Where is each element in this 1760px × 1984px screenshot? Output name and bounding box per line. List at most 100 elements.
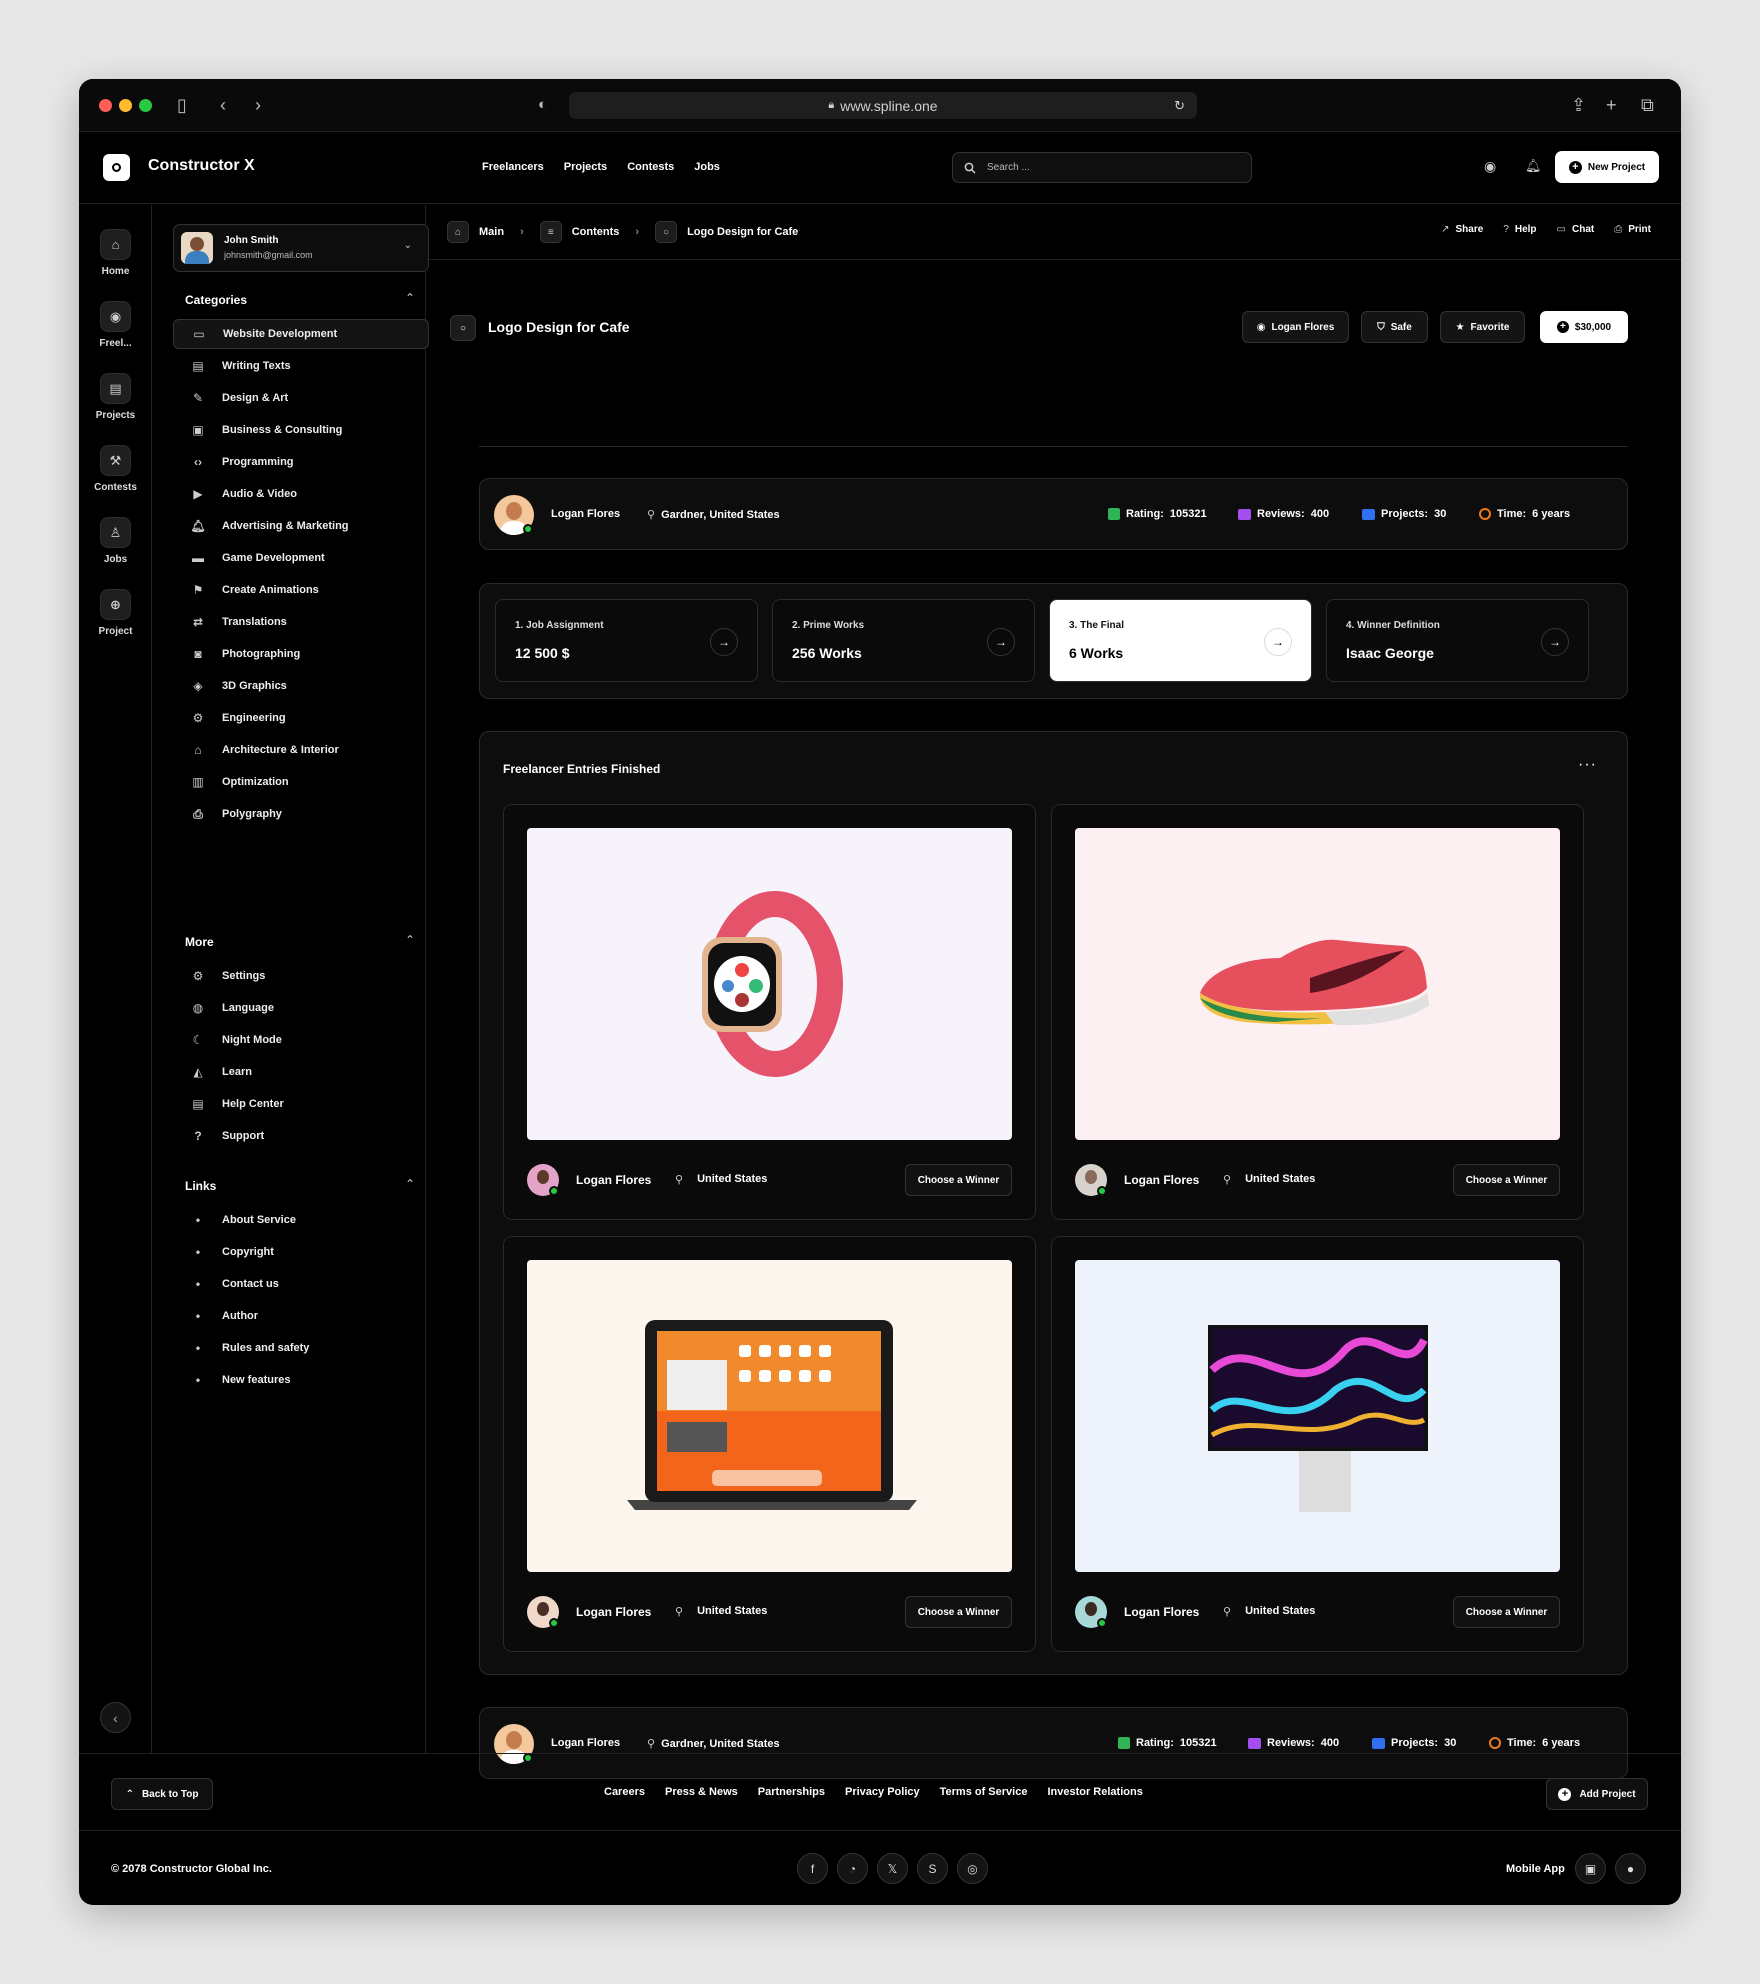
- minimize-window-button[interactable]: [119, 99, 132, 112]
- nav-projects[interactable]: Projects: [564, 161, 607, 173]
- entry-card[interactable]: Logan Flores ⚲ United States Choose a Win…: [503, 804, 1036, 1220]
- list-icon[interactable]: ≡: [539, 221, 562, 243]
- chevron-up-icon[interactable]: ⌃: [405, 933, 415, 947]
- sidebar-item[interactable]: ▭ Website Development: [173, 319, 429, 349]
- entry-card[interactable]: Logan Flores ⚲ United States Choose a Win…: [503, 1236, 1036, 1652]
- breadcrumb-main[interactable]: Main: [479, 226, 504, 238]
- rail-jobs[interactable]: ♙ Jobs: [79, 517, 152, 565]
- sidebar-item[interactable]: ▥ Optimization: [173, 767, 429, 797]
- sidebar-item[interactable]: • Contact us: [173, 1269, 429, 1299]
- reload-icon[interactable]: ↻: [1174, 98, 1185, 114]
- sidebar-item[interactable]: ◙ Photographing: [173, 639, 429, 669]
- choose-winner-button[interactable]: Choose a Winner: [905, 1164, 1012, 1196]
- search-input[interactable]: Search ...: [952, 152, 1252, 183]
- entry-author[interactable]: Logan Flores: [576, 1605, 651, 1619]
- messenger-icon[interactable]: ◔: [837, 1853, 868, 1884]
- nav-jobs[interactable]: Jobs: [694, 161, 720, 173]
- sidebar-item[interactable]: ⚙ Engineering: [173, 703, 429, 733]
- collapse-sidebar-button[interactable]: ‹: [100, 1702, 131, 1733]
- sidebar-item[interactable]: ▣ Business & Consulting: [173, 415, 429, 445]
- sidebar-item[interactable]: ⌂ Architecture & Interior: [173, 735, 429, 765]
- sidebar-toggle-icon[interactable]: ▯: [177, 94, 187, 116]
- owner-button[interactable]: ◉ Logan Flores: [1242, 311, 1349, 343]
- choose-winner-button[interactable]: Choose a Winner: [905, 1596, 1012, 1628]
- choose-winner-button[interactable]: Choose a Winner: [1453, 1596, 1560, 1628]
- rail-projects[interactable]: ▤ Projects: [79, 373, 152, 421]
- sidebar-item[interactable]: ☾ Night Mode: [173, 1025, 429, 1055]
- categories-heading[interactable]: Categories: [185, 293, 247, 307]
- share-button[interactable]: ↗ Share: [1441, 224, 1483, 235]
- more-heading[interactable]: More: [185, 935, 214, 949]
- share-icon[interactable]: ⇪: [1571, 94, 1586, 116]
- sidebar-item[interactable]: ✎ Design & Art: [173, 383, 429, 413]
- footer-link[interactable]: Press & News: [665, 1786, 738, 1798]
- chevron-up-icon[interactable]: ⌃: [405, 291, 415, 305]
- url-bar[interactable]: 🔒︎ www.spline.one ↻: [569, 92, 1197, 119]
- sidebar-item[interactable]: ‹› Programming: [173, 447, 429, 477]
- shield-icon[interactable]: ◐: [538, 94, 547, 116]
- rail-freelancers[interactable]: ◉ Freel...: [79, 301, 152, 349]
- sidebar-item[interactable]: ⚙ Settings: [173, 961, 429, 991]
- step-prime-works[interactable]: 2. Prime Works 256 Works →: [772, 599, 1035, 682]
- step-the-final[interactable]: 3. The Final 6 Works →: [1049, 599, 1312, 682]
- footer-link[interactable]: Partnerships: [758, 1786, 825, 1798]
- chat-button[interactable]: ▭ Chat: [1557, 224, 1595, 235]
- help-button[interactable]: ? Help: [1503, 224, 1536, 235]
- entry-author[interactable]: Logan Flores: [1124, 1605, 1199, 1619]
- home-icon[interactable]: ⌂: [447, 221, 469, 243]
- forward-icon[interactable]: ›: [255, 94, 261, 116]
- profile-name[interactable]: Logan Flores: [551, 1737, 620, 1749]
- maximize-window-button[interactable]: [139, 99, 152, 112]
- safe-button[interactable]: ⛉ Safe: [1361, 311, 1428, 343]
- rail-contests[interactable]: ⚒ Contests: [79, 445, 152, 493]
- sidebar-item[interactable]: ◈ 3D Graphics: [173, 671, 429, 701]
- links-heading[interactable]: Links: [185, 1179, 216, 1193]
- logo-icon[interactable]: [103, 154, 130, 181]
- new-tab-icon[interactable]: +: [1606, 94, 1617, 116]
- step-winner-definition[interactable]: 4. Winner Definition Isaac George →: [1326, 599, 1589, 682]
- nav-freelancers[interactable]: Freelancers: [482, 161, 544, 173]
- sidebar-item[interactable]: ◍ Language: [173, 993, 429, 1023]
- apple-icon[interactable]: ●: [1615, 1853, 1646, 1884]
- x-icon[interactable]: 𝕏: [877, 1853, 908, 1884]
- breadcrumb-contents[interactable]: Contents: [572, 226, 620, 238]
- sidebar-item[interactable]: ▶ Audio & Video: [173, 479, 429, 509]
- entry-image[interactable]: [1075, 1260, 1560, 1572]
- sidebar-item[interactable]: • New features: [173, 1365, 429, 1395]
- tabs-icon[interactable]: ⧉: [1641, 94, 1654, 116]
- close-window-button[interactable]: [99, 99, 112, 112]
- sidebar-item[interactable]: ▤ Help Center: [173, 1089, 429, 1119]
- price-button[interactable]: + $30,000: [1540, 311, 1628, 343]
- user-icon[interactable]: ◉: [1484, 158, 1496, 175]
- android-icon[interactable]: ▣: [1575, 1853, 1606, 1884]
- sidebar-item[interactable]: ⚑ Create Animations: [173, 575, 429, 605]
- entry-image[interactable]: [527, 1260, 1012, 1572]
- sidebar-item[interactable]: ⎙ Polygraphy: [173, 799, 429, 829]
- entry-card[interactable]: Logan Flores ⚲ United States Choose a Win…: [1051, 804, 1584, 1220]
- entry-author[interactable]: Logan Flores: [576, 1173, 651, 1187]
- sidebar-item[interactable]: • About Service: [173, 1205, 429, 1235]
- profile-name[interactable]: Logan Flores: [551, 508, 620, 520]
- footer-link[interactable]: Terms of Service: [940, 1786, 1028, 1798]
- entry-author[interactable]: Logan Flores: [1124, 1173, 1199, 1187]
- sidebar-item[interactable]: • Copyright: [173, 1237, 429, 1267]
- add-project-button[interactable]: + Add Project: [1546, 1778, 1648, 1810]
- skype-icon[interactable]: S: [917, 1853, 948, 1884]
- entry-image[interactable]: [1075, 828, 1560, 1140]
- sidebar-item[interactable]: ⇄ Translations: [173, 607, 429, 637]
- sidebar-item[interactable]: ◭ Learn: [173, 1057, 429, 1087]
- favorite-button[interactable]: ★ Favorite: [1440, 311, 1525, 343]
- sidebar-item[interactable]: • Author: [173, 1301, 429, 1331]
- rail-home[interactable]: ⌂ Home: [79, 229, 152, 277]
- instagram-icon[interactable]: ◎: [957, 1853, 988, 1884]
- rail-project[interactable]: ⊕ Project: [79, 589, 152, 637]
- sidebar-item[interactable]: ▬ Game Development: [173, 543, 429, 573]
- new-project-button[interactable]: + New Project: [1555, 151, 1659, 183]
- footer-link[interactable]: Careers: [604, 1786, 645, 1798]
- entry-image[interactable]: [527, 828, 1012, 1140]
- sidebar-item[interactable]: • Rules and safety: [173, 1333, 429, 1363]
- sidebar-item[interactable]: ? Support: [173, 1121, 429, 1151]
- back-to-top-button[interactable]: ⌃ Back to Top: [111, 1778, 213, 1810]
- choose-winner-button[interactable]: Choose a Winner: [1453, 1164, 1560, 1196]
- sidebar-item[interactable]: ▤ Writing Texts: [173, 351, 429, 381]
